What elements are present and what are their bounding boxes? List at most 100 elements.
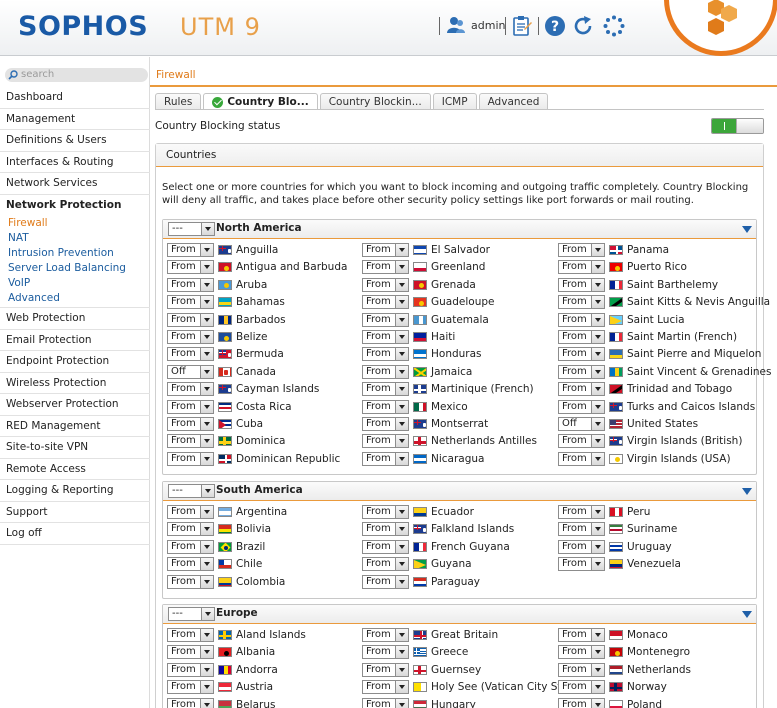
- tab-country-blo[interactable]: Country Blo...: [203, 93, 318, 110]
- refresh-icon[interactable]: [572, 15, 594, 37]
- chevron-down-icon[interactable]: [591, 646, 604, 659]
- country-block-select[interactable]: From: [558, 364, 605, 379]
- chevron-down-icon[interactable]: [200, 646, 213, 659]
- toggle-knob[interactable]: [736, 119, 763, 133]
- country-block-select[interactable]: From: [558, 260, 605, 275]
- chevron-down-icon[interactable]: [200, 400, 213, 413]
- chevron-down-icon[interactable]: [200, 523, 213, 536]
- chevron-down-icon[interactable]: [200, 278, 213, 291]
- country-block-select[interactable]: From: [362, 557, 409, 572]
- chevron-down-icon[interactable]: [395, 452, 408, 465]
- sidebar-item-email-protection[interactable]: Email Protection: [0, 330, 150, 351]
- chevron-down-icon[interactable]: [200, 681, 213, 694]
- country-block-select[interactable]: From: [167, 434, 214, 449]
- chevron-down-icon[interactable]: [395, 331, 408, 343]
- collapse-triangle-icon[interactable]: [742, 226, 752, 233]
- chevron-down-icon[interactable]: [591, 540, 604, 553]
- country-block-select[interactable]: From: [362, 662, 409, 677]
- country-block-select[interactable]: From: [167, 330, 214, 344]
- country-block-select[interactable]: From: [558, 312, 605, 327]
- country-block-select[interactable]: From: [558, 434, 605, 449]
- chevron-down-icon[interactable]: [395, 523, 408, 536]
- help-icon[interactable]: ?: [544, 15, 566, 37]
- chevron-down-icon[interactable]: [395, 261, 408, 274]
- country-block-select[interactable]: From: [558, 522, 605, 537]
- chevron-down-icon[interactable]: [591, 296, 604, 309]
- country-block-select[interactable]: From: [362, 417, 409, 431]
- chevron-down-icon[interactable]: [591, 278, 604, 291]
- country-block-select[interactable]: From: [558, 539, 605, 554]
- chevron-down-icon[interactable]: [200, 261, 213, 274]
- country-block-select[interactable]: From: [167, 382, 214, 397]
- country-block-select[interactable]: From: [362, 645, 409, 660]
- country-block-select[interactable]: From: [167, 628, 214, 642]
- country-block-select[interactable]: From: [362, 382, 409, 397]
- region-bulk-select[interactable]: ---: [168, 484, 215, 498]
- country-block-select[interactable]: From: [167, 522, 214, 537]
- chevron-down-icon[interactable]: [591, 418, 604, 430]
- chevron-down-icon[interactable]: [395, 646, 408, 659]
- chevron-down-icon[interactable]: [200, 452, 213, 465]
- country-block-select[interactable]: From: [362, 505, 409, 519]
- country-block-select[interactable]: From: [558, 645, 605, 660]
- sidebar-item-remote-access[interactable]: Remote Access: [0, 459, 150, 480]
- chevron-down-icon[interactable]: [395, 313, 408, 326]
- country-block-select[interactable]: From: [362, 312, 409, 327]
- chevron-down-icon[interactable]: [200, 313, 213, 326]
- sidebar-item-site-to-site-vpn[interactable]: Site-to-site VPN: [0, 437, 150, 459]
- chevron-down-icon[interactable]: [591, 313, 604, 326]
- chevron-down-icon[interactable]: [395, 435, 408, 448]
- country-block-select[interactable]: From: [167, 451, 214, 466]
- country-block-select[interactable]: From: [558, 680, 605, 695]
- sidebar-item-management[interactable]: Management: [0, 109, 150, 130]
- chevron-down-icon[interactable]: [395, 698, 408, 708]
- sidebar-item-dashboard[interactable]: Dashboard: [0, 87, 150, 109]
- sidebar-item-network-services[interactable]: Network Services: [0, 173, 150, 195]
- sidebar-item-log-off[interactable]: Log off: [0, 523, 150, 545]
- chevron-down-icon[interactable]: [395, 418, 408, 430]
- sidebar-item-red-management[interactable]: RED Management: [0, 416, 150, 437]
- country-block-select[interactable]: From: [167, 557, 214, 572]
- chevron-down-icon[interactable]: [200, 383, 213, 396]
- collapse-triangle-icon[interactable]: [742, 488, 752, 495]
- chevron-down-icon[interactable]: [395, 244, 408, 256]
- chevron-down-icon[interactable]: [395, 278, 408, 291]
- chevron-down-icon[interactable]: [200, 629, 213, 641]
- chevron-down-icon[interactable]: [200, 698, 213, 708]
- chevron-down-icon[interactable]: [200, 365, 213, 378]
- country-block-select[interactable]: From: [167, 399, 214, 414]
- sidebar-subitem-server-load-balancing[interactable]: Server Load Balancing: [0, 261, 150, 276]
- country-block-select[interactable]: From: [362, 680, 409, 695]
- country-block-select[interactable]: From: [558, 628, 605, 642]
- tab-icmp[interactable]: ICMP: [432, 93, 477, 110]
- chevron-down-icon[interactable]: [395, 558, 408, 571]
- user-menu[interactable]: admin: [446, 16, 505, 34]
- chevron-down-icon[interactable]: [395, 383, 408, 396]
- region-bulk-select[interactable]: ---: [168, 607, 215, 621]
- country-block-select[interactable]: From: [558, 399, 605, 414]
- chevron-down-icon[interactable]: [200, 418, 213, 430]
- country-block-select[interactable]: From: [167, 505, 214, 519]
- chevron-down-icon[interactable]: [591, 365, 604, 378]
- country-block-select[interactable]: From: [558, 243, 605, 257]
- country-block-select[interactable]: From: [362, 522, 409, 537]
- chevron-down-icon[interactable]: [395, 540, 408, 553]
- sidebar-section-network-protection[interactable]: Network Protection: [0, 195, 150, 217]
- country-block-select[interactable]: From: [362, 364, 409, 379]
- country-block-select[interactable]: From: [558, 697, 605, 708]
- chevron-down-icon[interactable]: [591, 452, 604, 465]
- tab-country-blockin[interactable]: Country Blockin...: [319, 93, 431, 110]
- status-toggle[interactable]: [711, 118, 764, 134]
- sidebar-item-logging-reporting[interactable]: Logging & Reporting: [0, 480, 150, 502]
- chevron-down-icon[interactable]: [591, 506, 604, 518]
- country-block-select[interactable]: From: [362, 451, 409, 466]
- country-block-select[interactable]: From: [362, 277, 409, 292]
- chevron-down-icon[interactable]: [591, 261, 604, 274]
- chevron-down-icon[interactable]: [591, 523, 604, 536]
- country-block-select[interactable]: From: [167, 645, 214, 660]
- chevron-down-icon[interactable]: [200, 348, 213, 361]
- chevron-down-icon[interactable]: [591, 558, 604, 571]
- country-block-select[interactable]: Off: [167, 364, 214, 379]
- chevron-down-icon[interactable]: [200, 435, 213, 448]
- country-block-select[interactable]: From: [167, 680, 214, 695]
